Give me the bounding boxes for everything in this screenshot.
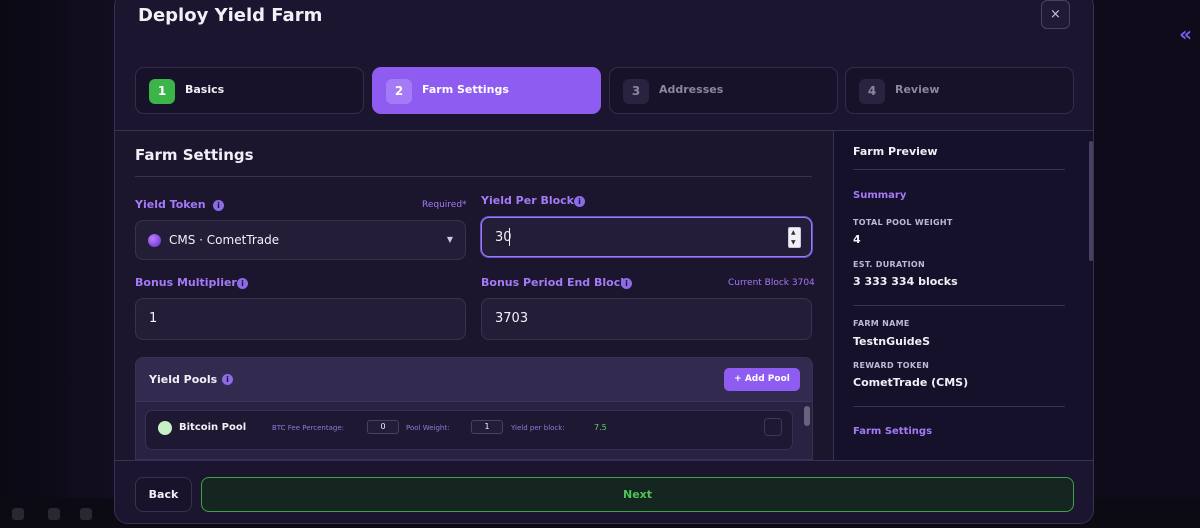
required-note: Required* (422, 200, 467, 210)
taskbar-icon[interactable] (48, 508, 60, 520)
stepper: 1 Basics 2 Farm Settings 3 Addresses 4 R… (135, 67, 1075, 114)
step-label: Review (895, 83, 940, 96)
yield-pools-header: Yield Pools i + Add Pool (136, 358, 812, 402)
stepper-down-icon[interactable]: ▼ (791, 239, 796, 247)
bonus-multiplier-label: Bonus Multiplier (135, 276, 237, 289)
yield-per-block-row-value: 7.5 (594, 423, 607, 432)
duration-key: EST. DURATION (853, 260, 925, 269)
yield-per-block-row-label: Yield per block: (511, 424, 565, 432)
section-title: Farm Settings (135, 146, 254, 164)
background-right: « (1092, 0, 1200, 528)
step-number: 1 (149, 79, 175, 104)
bonus-end-block-input[interactable]: 3703 (481, 298, 812, 340)
step-label: Farm Settings (422, 83, 509, 96)
pool-weight-label: Pool Weight: (406, 424, 450, 432)
step-addresses[interactable]: 3 Addresses (609, 67, 838, 114)
step-number: 2 (386, 79, 412, 104)
step-label: Basics (185, 83, 225, 96)
divider (135, 176, 812, 177)
step-number: 4 (859, 79, 885, 104)
divider (853, 169, 1065, 170)
taskbar-icon[interactable] (12, 508, 24, 520)
reward-token-key: REWARD TOKEN (853, 361, 930, 370)
info-icon[interactable]: i (213, 200, 224, 211)
pools-scrollbar[interactable] (804, 406, 810, 426)
farm-preview-panel: Farm Preview Summary TOTAL POOL WEIGHT 4… (833, 131, 1093, 460)
reward-token-value: CometTrade (CMS) (853, 376, 969, 389)
modal-footer: Back Next (115, 460, 1093, 523)
next-button[interactable]: Next (201, 477, 1074, 512)
total-weight-key: TOTAL POOL WEIGHT (853, 218, 953, 227)
divider (853, 406, 1065, 407)
farm-name-value: TestnGuideS (853, 335, 931, 348)
step-basics[interactable]: 1 Basics (135, 67, 364, 114)
info-icon[interactable]: i (237, 278, 248, 289)
text-caret (509, 228, 510, 246)
step-review[interactable]: 4 Review (845, 67, 1074, 114)
token-logo-icon (148, 234, 161, 247)
step-farm-settings[interactable]: 2 Farm Settings (372, 67, 601, 114)
remove-pool-button[interactable] (764, 418, 782, 436)
farm-name-key: FARM NAME (853, 319, 910, 328)
chevron-down-icon: ▼ (446, 235, 453, 244)
modal-title: Deploy Yield Farm (138, 5, 323, 26)
bonus-multiplier-value: 1 (149, 311, 158, 326)
taskbar-icon[interactable] (80, 508, 92, 520)
pool-weight-input[interactable]: 1 (471, 420, 503, 434)
summary-title: Summary (853, 190, 907, 201)
btc-fee-label: BTC Fee Percentage: (272, 424, 344, 432)
yield-pools-title: Yield Pools (149, 373, 218, 386)
bitcoin-pool-icon (158, 421, 172, 435)
farm-settings-preview-title: Farm Settings (853, 426, 933, 437)
number-stepper[interactable]: ▲ ▼ (788, 227, 801, 248)
yield-token-label: Yield Token (135, 198, 206, 211)
info-icon[interactable]: i (621, 278, 632, 289)
yield-token-select[interactable]: CMS · CometTrade ▼ (135, 220, 466, 260)
farm-settings-form: Farm Settings Yield Token i Required* CM… (115, 131, 833, 460)
pool-row: Bitcoin Pool BTC Fee Percentage: 0 Pool … (145, 410, 793, 450)
current-block-note: Current Block 3704 (728, 278, 815, 288)
add-pool-button[interactable]: + Add Pool (724, 368, 800, 391)
step-label: Addresses (659, 83, 724, 96)
preview-title: Farm Preview (853, 145, 938, 158)
bonus-multiplier-input[interactable]: 1 (135, 298, 466, 340)
info-icon[interactable]: i (574, 196, 585, 207)
total-weight-value: 4 (853, 233, 861, 246)
preview-scrollbar[interactable] (1089, 141, 1093, 261)
stepper-up-icon[interactable]: ▲ (791, 229, 796, 237)
close-icon: × (1050, 7, 1061, 22)
back-button[interactable]: Back (135, 477, 192, 512)
collapse-icon[interactable]: « (1179, 22, 1192, 46)
pool-name: Bitcoin Pool (179, 422, 247, 433)
yield-token-value: CMS · CometTrade (169, 233, 280, 247)
bonus-end-block-value: 3703 (495, 311, 529, 326)
yield-pools-panel: Yield Pools i + Add Pool Bitcoin Pool BT… (135, 357, 813, 460)
modal-header: Deploy Yield Farm × 1 Basics 2 Farm Sett… (115, 0, 1093, 131)
info-icon[interactable]: i (222, 374, 233, 385)
deploy-yield-farm-modal: Deploy Yield Farm × 1 Basics 2 Farm Sett… (114, 0, 1094, 524)
close-button[interactable]: × (1041, 0, 1070, 29)
btc-fee-input[interactable]: 0 (367, 420, 399, 434)
divider (853, 305, 1065, 306)
step-number: 3 (623, 79, 649, 104)
background-left (0, 0, 114, 528)
duration-value: 3 333 334 blocks (853, 275, 958, 288)
yield-per-block-input[interactable]: 30 ▲ ▼ (481, 217, 812, 257)
yield-per-block-label: Yield Per Block (481, 194, 574, 207)
bonus-end-block-label: Bonus Period End Block (481, 276, 628, 289)
